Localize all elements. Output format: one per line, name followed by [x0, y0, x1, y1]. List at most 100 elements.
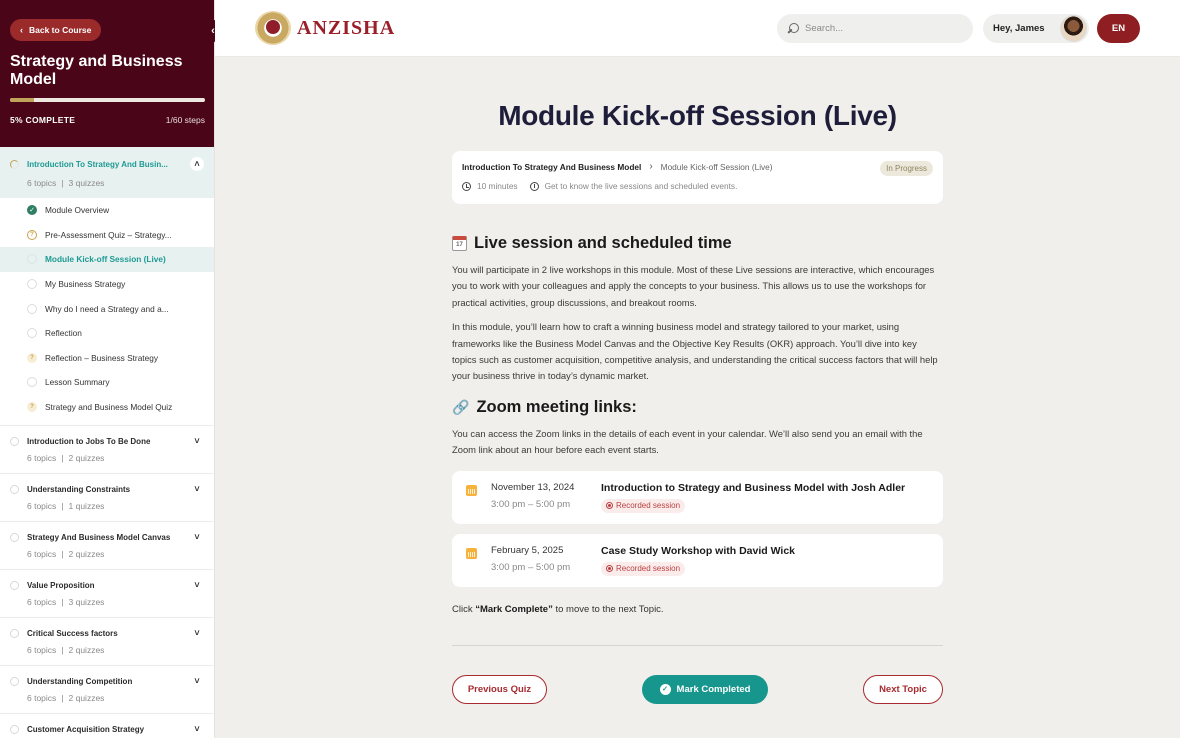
- lesson-item-current[interactable]: Module Kick-off Session (Live): [0, 247, 214, 272]
- instruction-note: Click “Mark Complete” to move to the nex…: [452, 604, 943, 615]
- clock-icon: [462, 181, 471, 191]
- section-title: Critical Success factors: [27, 628, 118, 638]
- info-icon: [529, 181, 539, 191]
- sidebar-section[interactable]: Introduction To Strategy And Busin... ˄ …: [0, 147, 214, 198]
- calendar-icon: [466, 484, 477, 496]
- event-time: 3:00 pm – 5:00 pm: [491, 561, 571, 573]
- section-quizzes: 3 quizzes: [68, 178, 105, 188]
- section-quizzes: 3 quizzes: [68, 597, 105, 608]
- sidebar-header: ‹ Back to Course Strategy and Business M…: [0, 0, 214, 147]
- event-card[interactable]: November 13, 2024 3:00 pm – 5:00 pm Intr…: [452, 470, 943, 524]
- badge-label: Recorded session: [616, 564, 681, 574]
- top-bar: ANZISHA Hey, James EN: [215, 0, 1180, 57]
- section-title: Understanding Constraints: [27, 484, 131, 494]
- empty-circle-icon: [27, 279, 37, 290]
- previous-quiz-button[interactable]: Previous Quiz: [452, 674, 547, 704]
- lesson-item[interactable]: ✓ Module Overview: [0, 198, 214, 223]
- steps-count: 1/60 steps: [165, 115, 205, 125]
- empty-circle-icon: [27, 377, 37, 388]
- section-title: Introduction To Strategy And Busin...: [27, 159, 168, 169]
- chevron-down-icon[interactable]: ˅: [190, 724, 204, 734]
- lesson-item[interactable]: Lesson Summary: [0, 370, 214, 395]
- section-heading-zoom-links: 🔗 Zoom meeting links:: [452, 398, 943, 417]
- chevron-down-icon[interactable]: ˅: [190, 436, 204, 446]
- sidebar-section[interactable]: Understanding Constraints ˅ 6 topics | 1 qu…: [0, 474, 214, 523]
- lesson-content: Module Kick-off Session (Live) Introduct…: [452, 57, 943, 704]
- lesson-label: My Business Strategy: [45, 279, 126, 290]
- lesson-item[interactable]: Why do I need a Strategy and a...: [0, 296, 214, 321]
- note-bold: “Mark Complete”: [475, 603, 553, 615]
- breadcrumb-current: Module Kick-off Session (Live): [660, 161, 773, 172]
- section-topics: 6 topics: [27, 453, 57, 464]
- paragraph: You can access the Zoom links in the det…: [452, 427, 923, 456]
- search-box[interactable]: [777, 14, 973, 43]
- laurel-emblem-icon: [255, 11, 291, 45]
- brand-logo[interactable]: ANZISHA: [255, 11, 395, 45]
- brand-name: ANZISHA: [297, 16, 396, 39]
- quiz-icon: ?: [27, 402, 37, 413]
- sidebar-section[interactable]: Strategy And Business Model Canvas ˅ 6 to…: [0, 522, 214, 571]
- section-meta: 6 topics | 1 quizzes: [27, 501, 105, 512]
- empty-circle-icon: [10, 484, 19, 494]
- event-date: February 5, 2025: [491, 544, 564, 556]
- section-quizzes: 2 quizzes: [68, 693, 105, 704]
- section-meta: 6 topics | 2 quizzes: [27, 693, 105, 704]
- chevron-down-icon[interactable]: ˅: [190, 628, 204, 638]
- section-topics: 6 topics: [27, 645, 57, 656]
- lesson-item[interactable]: ? Pre-Assessment Quiz – Strategy...: [0, 223, 214, 248]
- lesson-duration: 10 minutes: [477, 181, 518, 191]
- section-quizzes: 2 quizzes: [68, 453, 105, 464]
- sidebar-section[interactable]: Introduction to Jobs To Be Done ˅ 6 topic…: [0, 426, 214, 475]
- sidebar-section[interactable]: Customer Acquisition Strategy ˅: [0, 714, 214, 738]
- event-title: Case Study Workshop with David Wick: [601, 544, 795, 557]
- section-quizzes: 2 quizzes: [68, 645, 105, 656]
- lesson-description: Get to know the live sessions and schedu…: [544, 181, 738, 191]
- chevron-up-icon[interactable]: ˄: [190, 157, 204, 171]
- event-time: 3:00 pm – 5:00 pm: [491, 498, 571, 510]
- chevron-down-icon[interactable]: ˅: [190, 484, 204, 494]
- empty-circle-icon: [10, 580, 19, 590]
- section-quizzes: 1 quizzes: [68, 501, 105, 512]
- course-progress-bar: [10, 98, 205, 102]
- heading-text: Live session and scheduled time: [474, 234, 732, 252]
- search-input[interactable]: [805, 23, 955, 34]
- breadcrumb: Introduction To Strategy And Business Mo…: [462, 161, 933, 172]
- section-topics: 6 topics: [27, 597, 57, 608]
- back-to-course-button[interactable]: ‹ Back to Course: [10, 19, 102, 41]
- mark-completed-button[interactable]: ✓ Mark Completed: [642, 674, 768, 704]
- section-title: Introduction to Jobs To Be Done: [27, 436, 151, 446]
- lesson-label: Why do I need a Strategy and a...: [45, 303, 169, 314]
- chevron-right-icon: ›: [649, 161, 653, 172]
- section-title: Customer Acquisition Strategy: [27, 724, 145, 734]
- lesson-item[interactable]: ? Reflection – Business Strategy: [0, 346, 214, 371]
- lesson-item[interactable]: Reflection: [0, 321, 214, 346]
- sidebar-section[interactable]: Value Proposition ˅ 6 topics | 3 quizzes: [0, 570, 214, 619]
- divider: [452, 644, 943, 646]
- language-button[interactable]: EN: [1097, 14, 1140, 43]
- section-quizzes: 2 quizzes: [68, 549, 105, 560]
- chevron-down-icon[interactable]: ˅: [190, 532, 204, 542]
- section-meta: 6 topics | 2 quizzes: [27, 645, 105, 656]
- quiz-icon: ?: [27, 352, 37, 363]
- chevron-down-icon[interactable]: ˅: [190, 676, 204, 686]
- section-meta: 6 topics | 2 quizzes: [27, 549, 105, 560]
- chevron-down-icon[interactable]: ˅: [190, 580, 204, 590]
- event-card[interactable]: February 5, 2025 3:00 pm – 5:00 pm Case …: [452, 533, 943, 587]
- sidebar-section[interactable]: Understanding Competition ˅ 6 topics | 2 qu…: [0, 666, 214, 715]
- course-sidebar: ‹ Back to Course Strategy and Business M…: [0, 0, 215, 738]
- page-title: Module Kick-off Session (Live): [498, 100, 897, 131]
- empty-circle-icon: [27, 328, 37, 339]
- breadcrumb-parent[interactable]: Introduction To Strategy And Business Mo…: [462, 162, 641, 172]
- event-list: November 13, 2024 3:00 pm – 5:00 pm Intr…: [452, 470, 943, 587]
- record-icon: [606, 565, 613, 573]
- status-badge: In Progress: [880, 161, 933, 176]
- next-topic-button[interactable]: Next Topic: [863, 674, 943, 704]
- user-menu[interactable]: Hey, James: [983, 14, 1089, 43]
- chevron-left-icon: ‹: [20, 25, 23, 35]
- lesson-item[interactable]: ? Strategy and Business Model Quiz: [0, 395, 214, 420]
- lesson-label: Module Kick-off Session (Live): [45, 254, 166, 265]
- sidebar-section[interactable]: Critical Success factors ˅ 6 topics | 2 qui…: [0, 618, 214, 667]
- lesson-label: Pre-Assessment Quiz – Strategy...: [45, 229, 172, 240]
- lesson-item[interactable]: My Business Strategy: [0, 272, 214, 297]
- course-progress-fill: [10, 98, 35, 102]
